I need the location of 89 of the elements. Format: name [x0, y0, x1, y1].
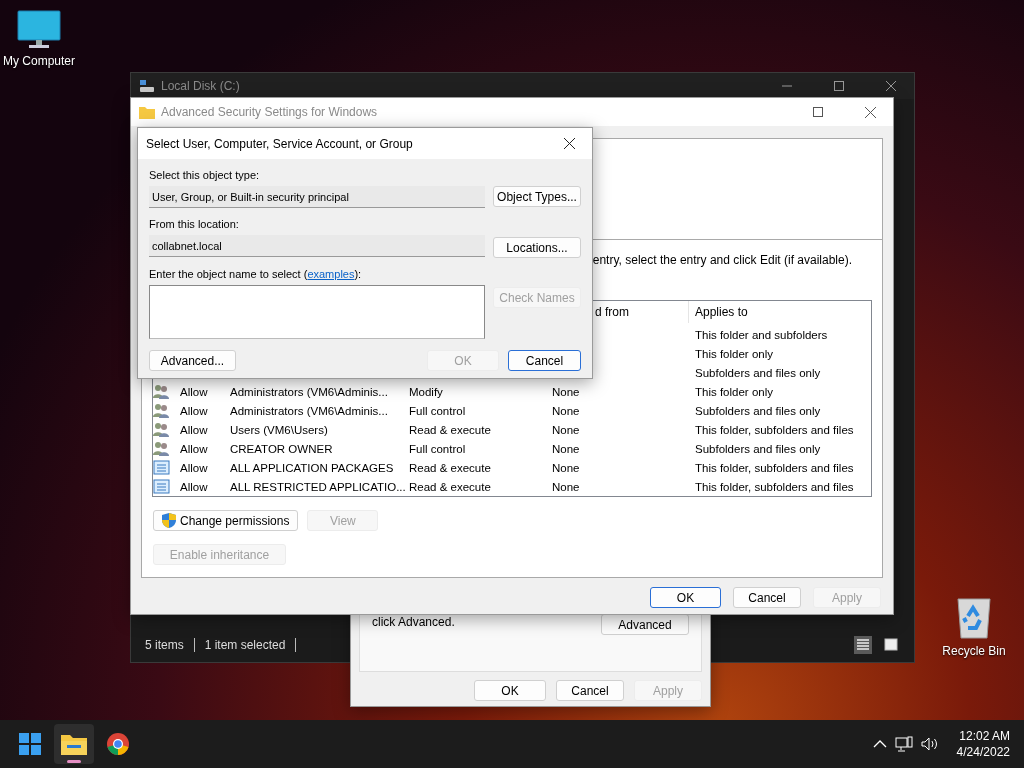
status-text: 1 item selected [204, 638, 286, 652]
table-cell: Full control [408, 442, 466, 455]
table-cell-text: Subfolders and files only [694, 404, 821, 417]
table-cell: Modify [408, 385, 443, 398]
table-cell: Administrators (VM6\Adminis... [229, 385, 388, 398]
table-cell: Allow [179, 385, 208, 398]
object-type-field: User, Group, or Built-in security principal [149, 186, 485, 208]
table-cell: Administrators (VM6\Adminis... [229, 404, 388, 417]
dialog-button[interactable]: OK [474, 680, 546, 701]
table-cell: None [551, 461, 580, 474]
app-package-icon [153, 460, 170, 475]
table-cell-text: This folder, subfolders and files [694, 423, 854, 436]
folder-icon [139, 105, 155, 119]
table-cell: Users (VM6\Users) [229, 423, 328, 436]
instruction-text: entry, select the entry and click Edit (if available). [592, 253, 852, 267]
browser-icon [106, 732, 130, 756]
close-icon [886, 81, 896, 91]
table-cell: ALL RESTRICTED APPLICATIO... [229, 480, 406, 493]
table-cell-text: This folder and subfolders [694, 328, 828, 341]
close-icon [563, 138, 575, 149]
table-cell: Read & execute [408, 461, 491, 474]
table-cell-text: Subfolders and files only [694, 442, 821, 455]
app-package-icon [153, 479, 170, 494]
locations-button[interactable]: Locations... [493, 237, 581, 258]
maximize-icon [813, 107, 823, 117]
table-cell: Allow [179, 404, 208, 417]
table-cell: Full control [408, 404, 466, 417]
table-cell: Allow [179, 442, 208, 455]
dialog-title: Select User, Computer, Service Account, or Group [146, 136, 414, 151]
table-cell: Allow [179, 423, 208, 436]
object-types-button[interactable]: Object Types... [493, 186, 581, 207]
table-cell-text: Subfolders and files only [694, 366, 821, 379]
volume-icon [920, 737, 939, 751]
status-text: 5 items [145, 638, 184, 652]
column-header[interactable]: Applies to [688, 301, 871, 323]
location-field: collabnet.local [149, 235, 485, 257]
table-cell-text: This folder, subfolders and files [694, 461, 854, 474]
table-cell: Read & execute [408, 480, 491, 493]
table-cell: ALL APPLICATION PACKAGES [229, 461, 394, 474]
dialog-button[interactable]: Cancel [556, 680, 624, 701]
dialog-button[interactable]: Cancel [508, 350, 581, 371]
users-icon [153, 384, 170, 399]
advanced-button[interactable]: Advanced... [149, 350, 236, 371]
table-cell: Allow [179, 480, 208, 493]
folder-icon [61, 733, 87, 755]
list-view-icon [856, 638, 870, 652]
advanced-button[interactable]: Advanced [601, 614, 689, 635]
clock-time[interactable]: 12:02 AM [959, 728, 1010, 744]
table-cell: None [551, 480, 580, 493]
instruction-text: click Advanced. [372, 615, 455, 629]
table-cell: None [551, 385, 580, 398]
table-cell-text: This folder only [694, 347, 773, 360]
recycle-bin-icon [955, 596, 993, 640]
dialog-button[interactable]: Cancel [733, 587, 801, 608]
monitor-icon [17, 10, 61, 50]
view-toggle-button[interactable] [882, 636, 900, 654]
examples-link[interactable]: examples [307, 268, 355, 280]
chevron-up-icon [872, 739, 887, 749]
taskbar-app-button[interactable] [54, 724, 94, 764]
desktop-icon-label[interactable]: My Computer [3, 54, 75, 68]
view-toggle-button[interactable] [854, 636, 872, 654]
users-icon [153, 441, 170, 456]
windows-logo-icon [19, 733, 41, 755]
table-cell: CREATOR OWNER [229, 442, 333, 455]
object-name-field[interactable] [149, 285, 485, 339]
table-cell: None [551, 404, 580, 417]
table-cell: None [551, 423, 580, 436]
table-cell-text: This folder, subfolders and files [694, 480, 854, 493]
change-permissions-button[interactable]: Change permissions [153, 510, 299, 531]
users-icon [153, 403, 170, 418]
field-label: Enter the object name to select (examples): [149, 268, 363, 280]
preview-view-icon [884, 638, 898, 652]
dialog-button[interactable]: OK [650, 587, 721, 608]
field-label: From this location: [149, 218, 240, 230]
network-icon [894, 736, 913, 752]
close-icon [864, 106, 876, 118]
window-title: Advanced Security Settings for Windows [161, 105, 379, 119]
shield-icon [162, 513, 176, 528]
clock-date[interactable]: 4/24/2022 [956, 744, 1010, 760]
table-cell: Read & execute [408, 423, 491, 436]
table-cell-text: This folder only [694, 385, 773, 398]
table-cell: Allow [179, 461, 208, 474]
desktop-icon-label[interactable]: Recycle Bin [942, 644, 1006, 658]
maximize-icon [834, 81, 844, 91]
users-icon [153, 422, 170, 437]
drive-icon [139, 79, 155, 93]
field-label: Select this object type: [149, 169, 261, 181]
window-title: Local Disk (C:) [161, 79, 241, 93]
table-cell: None [551, 442, 580, 455]
